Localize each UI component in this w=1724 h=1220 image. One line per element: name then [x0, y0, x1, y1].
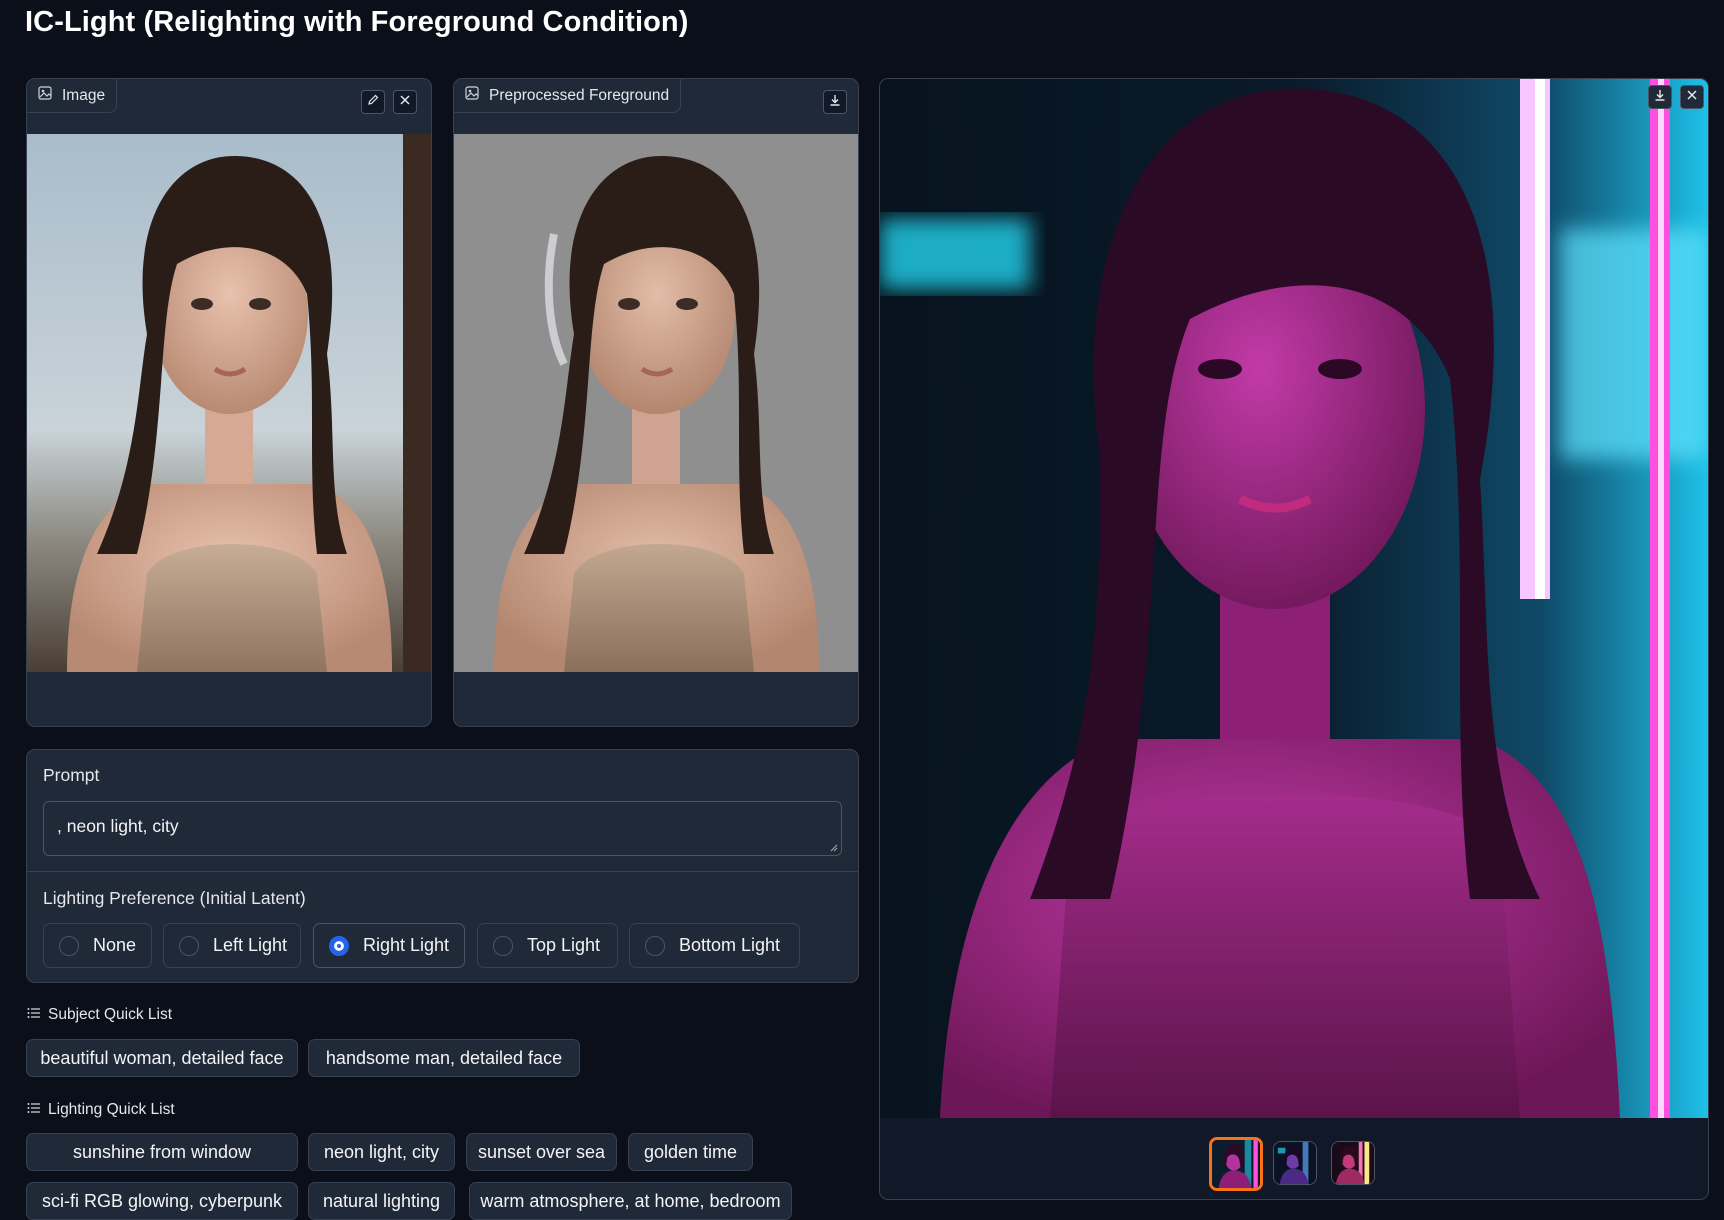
radio-label: Top Light: [527, 935, 601, 955]
subject-quick-list-text: Subject Quick List: [48, 1006, 173, 1023]
prompt-input[interactable]: , neon light, city: [43, 801, 842, 856]
lighting-chip[interactable]: sci-fi RGB glowing, cyberpunk: [26, 1182, 298, 1220]
edit-button[interactable]: [361, 90, 385, 114]
subject-chip[interactable]: handsome man, detailed face: [308, 1039, 580, 1077]
image-label: Image: [62, 86, 106, 104]
gallery-thumbnail-3[interactable]: [1331, 1141, 1375, 1185]
close-icon: [1685, 88, 1699, 107]
radio-left-light[interactable]: Left Light: [163, 923, 301, 968]
radio-indicator: [59, 935, 79, 956]
lighting-chip[interactable]: natural lighting: [308, 1182, 455, 1220]
panel-divider: [27, 871, 858, 872]
radio-right-light[interactable]: Right Light: [313, 923, 465, 968]
radio-label: None: [93, 935, 137, 955]
page-title: IC-Light (Relighting with Foreground Con…: [25, 6, 689, 38]
subject-quick-list-label: Subject Quick List: [27, 1006, 172, 1024]
image-icon: [465, 86, 479, 105]
output-image[interactable]: [880, 79, 1708, 1118]
close-output-button[interactable]: [1680, 85, 1704, 109]
image-icon: [38, 86, 52, 105]
download-button[interactable]: [823, 90, 847, 114]
prompt-value: , neon light, city: [57, 816, 179, 836]
radio-none[interactable]: None: [43, 923, 152, 968]
input-image: [27, 134, 431, 672]
lighting-preference-radio-group: None Left Light Right Light Top Light Bo…: [43, 923, 843, 968]
list-icon: [27, 1006, 41, 1024]
list-icon: [27, 1101, 41, 1119]
radio-top-light[interactable]: Top Light: [477, 923, 618, 968]
radio-bottom-light[interactable]: Bottom Light: [629, 923, 800, 968]
preprocessed-label-tab: Preprocessed Foreground: [454, 79, 682, 113]
subject-chip[interactable]: beautiful woman, detailed face: [26, 1039, 298, 1077]
lighting-chip[interactable]: warm atmosphere, at home, bedroom: [469, 1182, 792, 1220]
radio-indicator-selected: [329, 935, 349, 956]
radio-label: Right Light: [363, 935, 450, 955]
image-label-tab: Image: [27, 79, 118, 113]
lighting-quick-list-text: Lighting Quick List: [48, 1101, 175, 1118]
download-icon: [828, 93, 842, 112]
radio-indicator: [645, 935, 665, 956]
lighting-preference-label: Lighting Preference (Initial Latent): [43, 888, 306, 908]
resize-handle-icon[interactable]: [828, 842, 838, 852]
lighting-chip[interactable]: sunshine from window: [26, 1133, 298, 1171]
lighting-quick-list-label: Lighting Quick List: [27, 1101, 175, 1119]
prompt-label: Prompt: [43, 765, 100, 785]
lighting-chip[interactable]: neon light, city: [308, 1133, 455, 1171]
output-gallery: [879, 78, 1709, 1200]
radio-label: Bottom Light: [679, 935, 781, 955]
image-input-panel[interactable]: Image: [26, 78, 432, 727]
preprocessed-foreground-panel: Preprocessed Foreground: [453, 78, 859, 727]
preprocessed-label: Preprocessed Foreground: [489, 86, 670, 104]
radio-indicator: [179, 935, 199, 956]
gallery-thumbnail-1[interactable]: [1209, 1137, 1263, 1191]
clear-image-button[interactable]: [393, 90, 417, 114]
radio-label: Left Light: [213, 935, 288, 955]
preprocessed-image: [454, 134, 858, 672]
prompt-panel: Prompt , neon light, city Lighting Prefe…: [26, 749, 859, 983]
lighting-chip[interactable]: sunset over sea: [466, 1133, 617, 1171]
download-icon: [1653, 88, 1667, 107]
lighting-chip[interactable]: golden time: [628, 1133, 753, 1171]
gallery-thumbnail-2[interactable]: [1273, 1141, 1317, 1185]
radio-indicator: [493, 935, 513, 956]
edit-icon: [366, 93, 380, 112]
download-output-button[interactable]: [1648, 85, 1672, 109]
close-icon: [398, 93, 412, 112]
